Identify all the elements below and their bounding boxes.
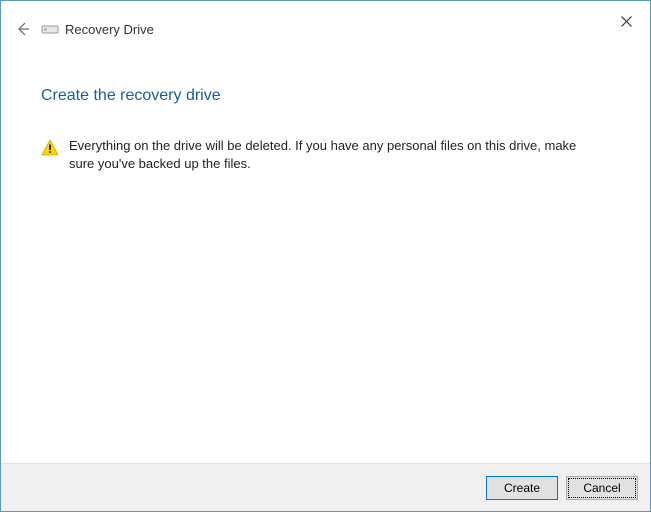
close-button[interactable]	[616, 11, 636, 31]
back-button[interactable]	[13, 19, 33, 39]
create-button[interactable]: Create	[486, 476, 558, 500]
back-arrow-icon	[15, 21, 31, 37]
wizard-footer: Create Cancel	[1, 463, 650, 511]
warning-row: Everything on the drive will be deleted.…	[41, 137, 610, 172]
close-icon	[621, 16, 632, 27]
recovery-drive-icon	[41, 22, 59, 36]
warning-icon	[41, 139, 59, 157]
wizard-header: Recovery Drive	[1, 1, 650, 57]
cancel-button[interactable]: Cancel	[566, 476, 638, 500]
wizard-title: Recovery Drive	[65, 22, 154, 37]
wizard-content: Create the recovery drive Everything on …	[1, 87, 650, 172]
warning-text: Everything on the drive will be deleted.…	[69, 137, 589, 172]
page-heading: Create the recovery drive	[41, 87, 610, 105]
